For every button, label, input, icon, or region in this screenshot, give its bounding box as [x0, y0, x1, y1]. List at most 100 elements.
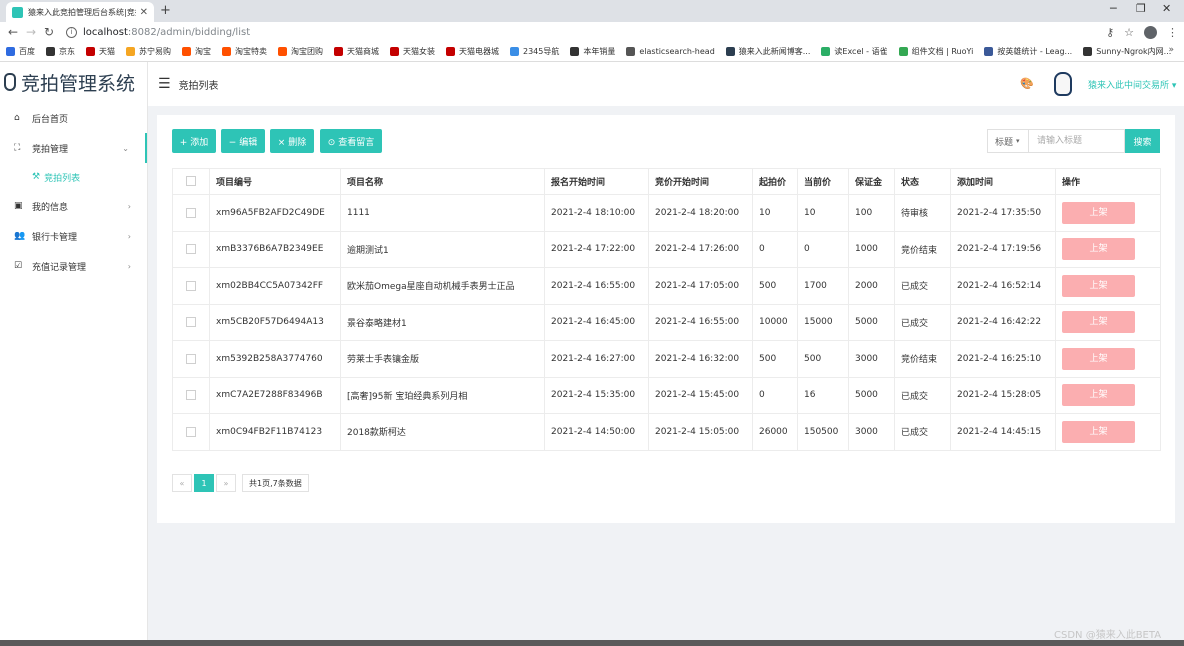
sidebar-item-bank-cards[interactable]: 👥 银行卡管理 › — [0, 221, 147, 251]
id-card-icon: ▣ — [14, 201, 23, 211]
bookmark-label: 猿来入此新闻博客... — [738, 47, 811, 56]
info-icon[interactable]: i — [66, 26, 77, 38]
table-header-row: 项目编号 项目名称 报名开始时间 竞价开始时间 起拍价 当前价 保证金 状态 添… — [172, 168, 1161, 195]
restore-icon[interactable]: ❐ — [1136, 2, 1146, 15]
row-checkbox[interactable] — [186, 317, 196, 327]
table-row[interactable]: xmB3376B6A7B2349EE 逾期测试1 2021-2-4 17:22:00… — [172, 230, 1161, 268]
column-header: 操作 — [1055, 168, 1161, 195]
user-menu[interactable]: 猿来入此中间交易所 ▾ — [1088, 78, 1176, 91]
bookmark-item[interactable]: elasticsearch-head — [626, 47, 715, 56]
edit-button[interactable]: − 编辑 — [221, 129, 265, 153]
select-all-checkbox[interactable] — [186, 176, 196, 187]
sidebar-item-bidding[interactable]: ⛶ 竞拍管理 ⌄ — [0, 133, 147, 163]
bookmark-item[interactable]: 淘宝特卖 — [222, 46, 267, 57]
bookmark-item[interactable]: 京东 — [46, 46, 75, 57]
avatar[interactable] — [1054, 72, 1072, 96]
profile-icon[interactable] — [1144, 25, 1157, 39]
list-item-button[interactable]: 上架 — [1062, 384, 1135, 407]
bookmark-icon — [86, 47, 95, 56]
forward-icon[interactable]: → — [22, 25, 40, 39]
window-close-icon[interactable]: ✕ — [1162, 2, 1171, 15]
view-comments-button[interactable]: ⊙ 查看留言 — [320, 129, 382, 153]
bookmark-item[interactable]: 百度 — [6, 46, 35, 57]
bookmark-item[interactable]: 按英雄统计 - Leag... — [984, 46, 1072, 57]
prev-page-button[interactable]: « — [172, 474, 192, 492]
star-icon[interactable]: ☆ — [1124, 26, 1134, 39]
row-checkbox[interactable] — [186, 207, 196, 218]
sidebar-item-bidding-list[interactable]: ⚒ 竞拍列表 — [0, 163, 147, 191]
row-checkbox[interactable] — [186, 390, 196, 400]
cell-name: 1111 — [340, 194, 545, 232]
bookmark-label: 淘宝团购 — [291, 47, 323, 56]
table-row[interactable]: xmC7A2E7288F83496B [高奢]95新 宝珀经典系列月相 2021-2… — [172, 376, 1161, 414]
row-checkbox[interactable] — [186, 280, 196, 291]
bookmark-item[interactable]: 本年销量 — [570, 46, 615, 57]
search-input[interactable] — [1029, 129, 1125, 153]
key-icon[interactable]: ⚷ — [1106, 26, 1114, 39]
row-checkbox[interactable] — [186, 353, 196, 364]
cell-status: 竞价结束 — [894, 340, 951, 378]
sidebar-item-recharge[interactable]: ☑ 充值记录管理 › — [0, 251, 147, 281]
bookmark-item[interactable]: 读Excel - 语雀 — [821, 46, 888, 57]
bookmark-item[interactable]: 淘宝团购 — [278, 46, 323, 57]
cell-current-price: 0 — [797, 230, 849, 268]
sidebar-item-my-info[interactable]: ▣ 我的信息 › — [0, 191, 147, 221]
bookmark-item[interactable]: 组件文档 | RuoYi — [898, 46, 973, 57]
delete-button[interactable]: × 删除 — [270, 129, 314, 153]
favicon-icon — [12, 6, 23, 18]
minimize-icon[interactable]: ─ — [1110, 2, 1117, 15]
list-item-button[interactable]: 上架 — [1062, 420, 1135, 443]
reload-icon[interactable]: ↻ — [40, 25, 58, 39]
users-icon: 👥 — [14, 231, 26, 241]
table-row[interactable]: xm0C94FB2F11B74123 2018款斯柯达 2021-2-4 14:50… — [172, 413, 1161, 451]
row-checkbox[interactable] — [186, 244, 196, 254]
hamburger-icon[interactable]: ☰ — [158, 76, 171, 92]
url-field[interactable]: i localhost:8082/admin/bidding/list — [66, 24, 1106, 40]
url-text: localhost:8082/admin/bidding/list — [83, 27, 250, 38]
page-button[interactable]: 1 — [194, 474, 214, 492]
menu-dots-icon[interactable]: ⋮ — [1167, 26, 1178, 39]
table-row[interactable]: xm96A5FB2AFD2C49DE 1111 2021-2-4 18:10:00 2… — [172, 194, 1161, 232]
bookmark-item[interactable]: Sunny-Ngrok内网... — [1083, 46, 1171, 57]
close-icon[interactable]: ✕ — [140, 7, 148, 18]
chevron-right-icon: › — [127, 201, 131, 211]
palette-icon[interactable]: 🎨 — [1020, 77, 1034, 90]
bookmark-label: 2345导航 — [523, 47, 560, 56]
row-checkbox[interactable] — [186, 426, 196, 437]
bookmark-label: 京东 — [59, 47, 75, 56]
search-field-select[interactable]: 标题 ▾ — [987, 129, 1029, 153]
row-select-cell — [172, 267, 210, 305]
cell-signup: 2021-2-4 16:45:00 — [544, 303, 649, 341]
cell-bid-start: 2021-2-4 16:55:00 — [648, 303, 753, 341]
table-row[interactable]: xm5392B258A3774760 劳莱士手表镶金版 2021-2-4 16:27… — [172, 340, 1161, 378]
bookmarks-more-icon[interactable]: » — [1168, 45, 1174, 55]
bookmark-icon — [626, 47, 636, 56]
list-item-button[interactable]: 上架 — [1062, 201, 1135, 224]
new-tab-icon[interactable]: + — [160, 3, 171, 18]
table-row[interactable]: xm02BB4CC5A07342FF 欧米茄Omega星座自动机械手表男士正品 20… — [172, 267, 1161, 305]
cell-deposit: 2000 — [848, 267, 895, 305]
bookmark-item[interactable]: 2345导航 — [510, 46, 559, 57]
cell-start-price: 0 — [752, 230, 798, 268]
bidding-table: 项目编号 项目名称 报名开始时间 竞价开始时间 起拍价 当前价 保证金 状态 添… — [172, 168, 1161, 451]
bookmark-label: 天猫女装 — [403, 47, 435, 56]
search-button[interactable]: 搜索 — [1125, 129, 1160, 153]
bookmark-item[interactable]: 天猫电器城 — [446, 46, 499, 57]
list-item-button[interactable]: 上架 — [1062, 311, 1135, 334]
list-item-button[interactable]: 上架 — [1062, 347, 1135, 370]
bookmark-item[interactable]: 天猫 — [86, 46, 115, 57]
add-button[interactable]: + 添加 — [172, 129, 216, 153]
browser-tab[interactable]: 猿来入此竞拍管理后台系统|竞拍... ✕ — [6, 2, 154, 22]
list-item-button[interactable]: 上架 — [1062, 238, 1135, 261]
list-item-button[interactable]: 上架 — [1062, 274, 1135, 297]
table-row[interactable]: xm5CB20F57D6494A13 景谷泰略建材1 2021-2-4 16:45:… — [172, 303, 1161, 341]
bookmark-item[interactable]: 淘宝 — [182, 46, 211, 57]
next-page-button[interactable]: » — [216, 474, 236, 492]
bookmark-item[interactable]: 天猫女装 — [390, 46, 435, 57]
back-icon[interactable]: ← — [4, 25, 22, 39]
sidebar-item-home[interactable]: ⌂ 后台首页 — [0, 103, 147, 133]
sidebar-item-label: 后台首页 — [32, 114, 69, 125]
bookmark-item[interactable]: 天猫商城 — [334, 46, 379, 57]
bookmark-item[interactable]: 猿来入此新闻博客... — [725, 46, 811, 57]
bookmark-item[interactable]: 苏宁易购 — [126, 46, 171, 57]
